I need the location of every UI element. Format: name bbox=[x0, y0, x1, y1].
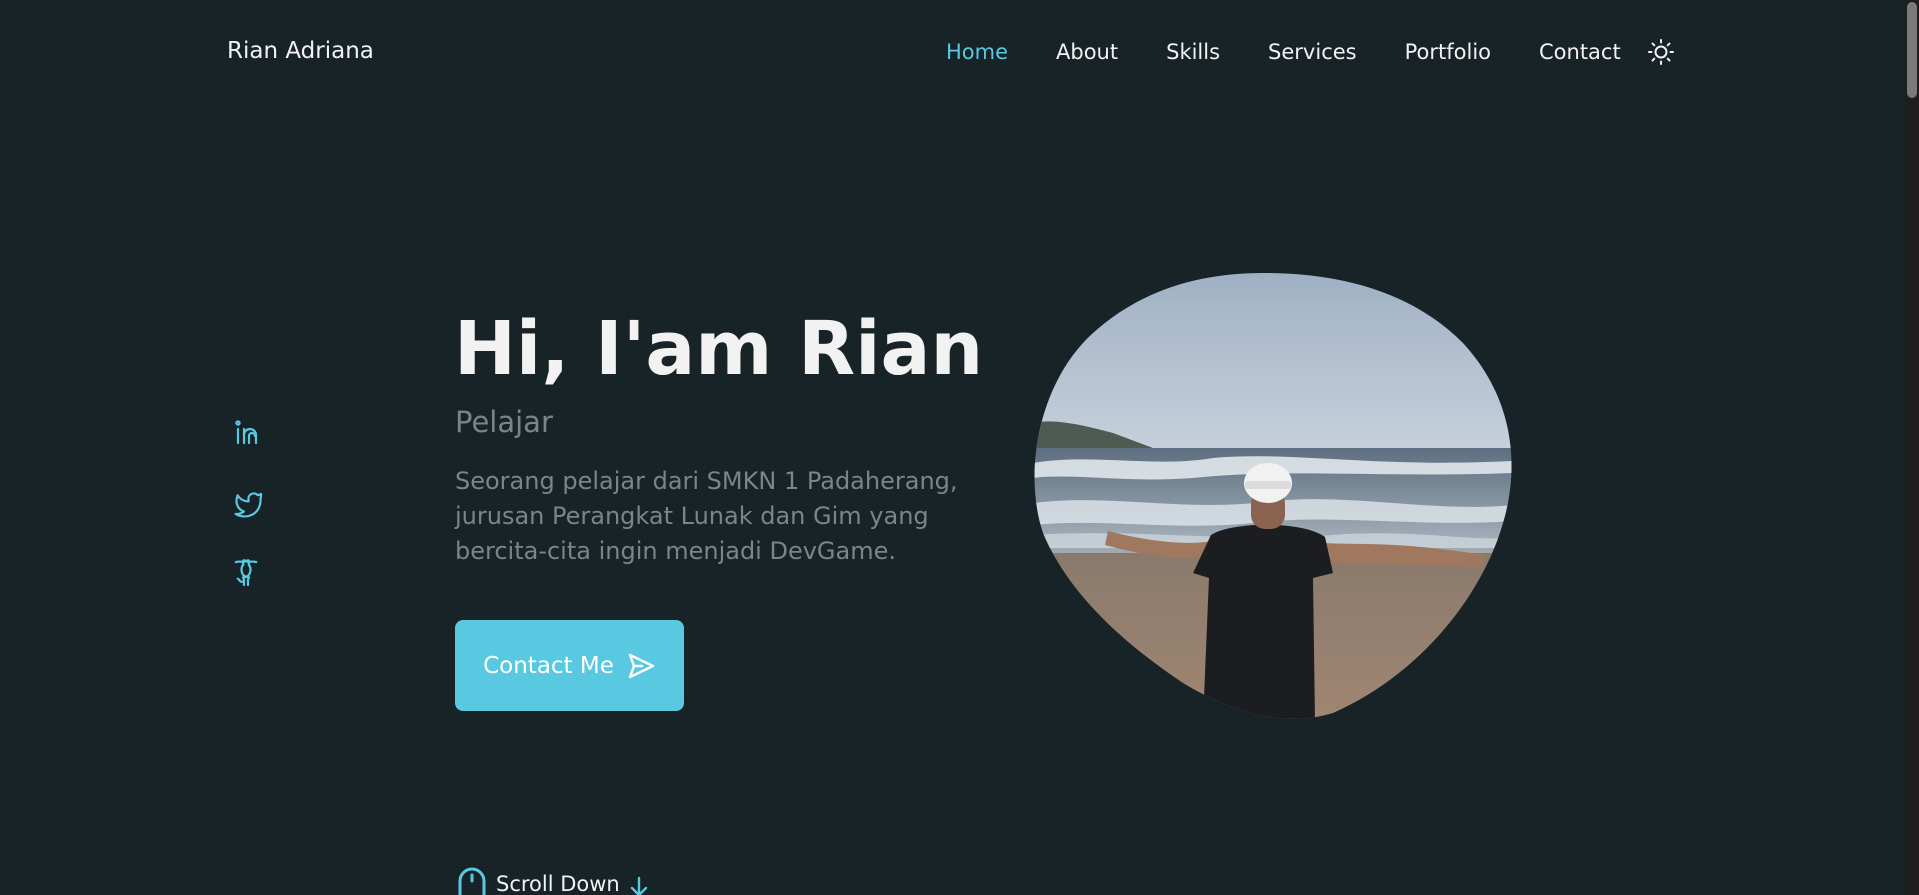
page-scrollbar[interactable] bbox=[1905, 0, 1919, 895]
contact-me-label: Contact Me bbox=[483, 652, 614, 679]
arrow-down-icon bbox=[630, 876, 647, 895]
nav-about[interactable]: About bbox=[1056, 40, 1118, 64]
nav-skills[interactable]: Skills bbox=[1166, 40, 1220, 64]
hero-title: Hi, I'am Rian bbox=[454, 306, 984, 392]
main-nav: Home About Skills Services Portfolio Con… bbox=[946, 38, 1675, 66]
nav-home[interactable]: Home bbox=[946, 40, 1008, 64]
twitter-icon[interactable] bbox=[232, 487, 264, 519]
scroll-down-label: Scroll Down bbox=[496, 872, 620, 895]
send-icon bbox=[628, 653, 655, 678]
linkedin-icon[interactable] bbox=[232, 417, 264, 449]
logo[interactable]: Rian Adriana bbox=[227, 38, 374, 64]
sun-icon[interactable] bbox=[1647, 38, 1675, 66]
nav-services[interactable]: Services bbox=[1268, 40, 1357, 64]
hero-description: Seorang pelajar dari SMKN 1 Padaherang, … bbox=[455, 467, 958, 565]
site-header: Rian Adriana Home About Skills Services … bbox=[0, 0, 1905, 104]
social-links bbox=[232, 417, 264, 627]
scroll-down-link[interactable]: Scroll Down bbox=[456, 865, 650, 895]
hero-subtitle: Pelajar bbox=[455, 405, 553, 439]
nav-contact[interactable]: Contact bbox=[1539, 40, 1621, 64]
contact-me-button[interactable]: Contact Me bbox=[455, 620, 684, 711]
profile-image bbox=[1034, 273, 1512, 719]
github-icon[interactable] bbox=[232, 557, 264, 589]
scrollbar-thumb[interactable] bbox=[1907, 2, 1917, 98]
mouse-icon bbox=[458, 867, 486, 895]
nav-portfolio[interactable]: Portfolio bbox=[1405, 40, 1491, 64]
